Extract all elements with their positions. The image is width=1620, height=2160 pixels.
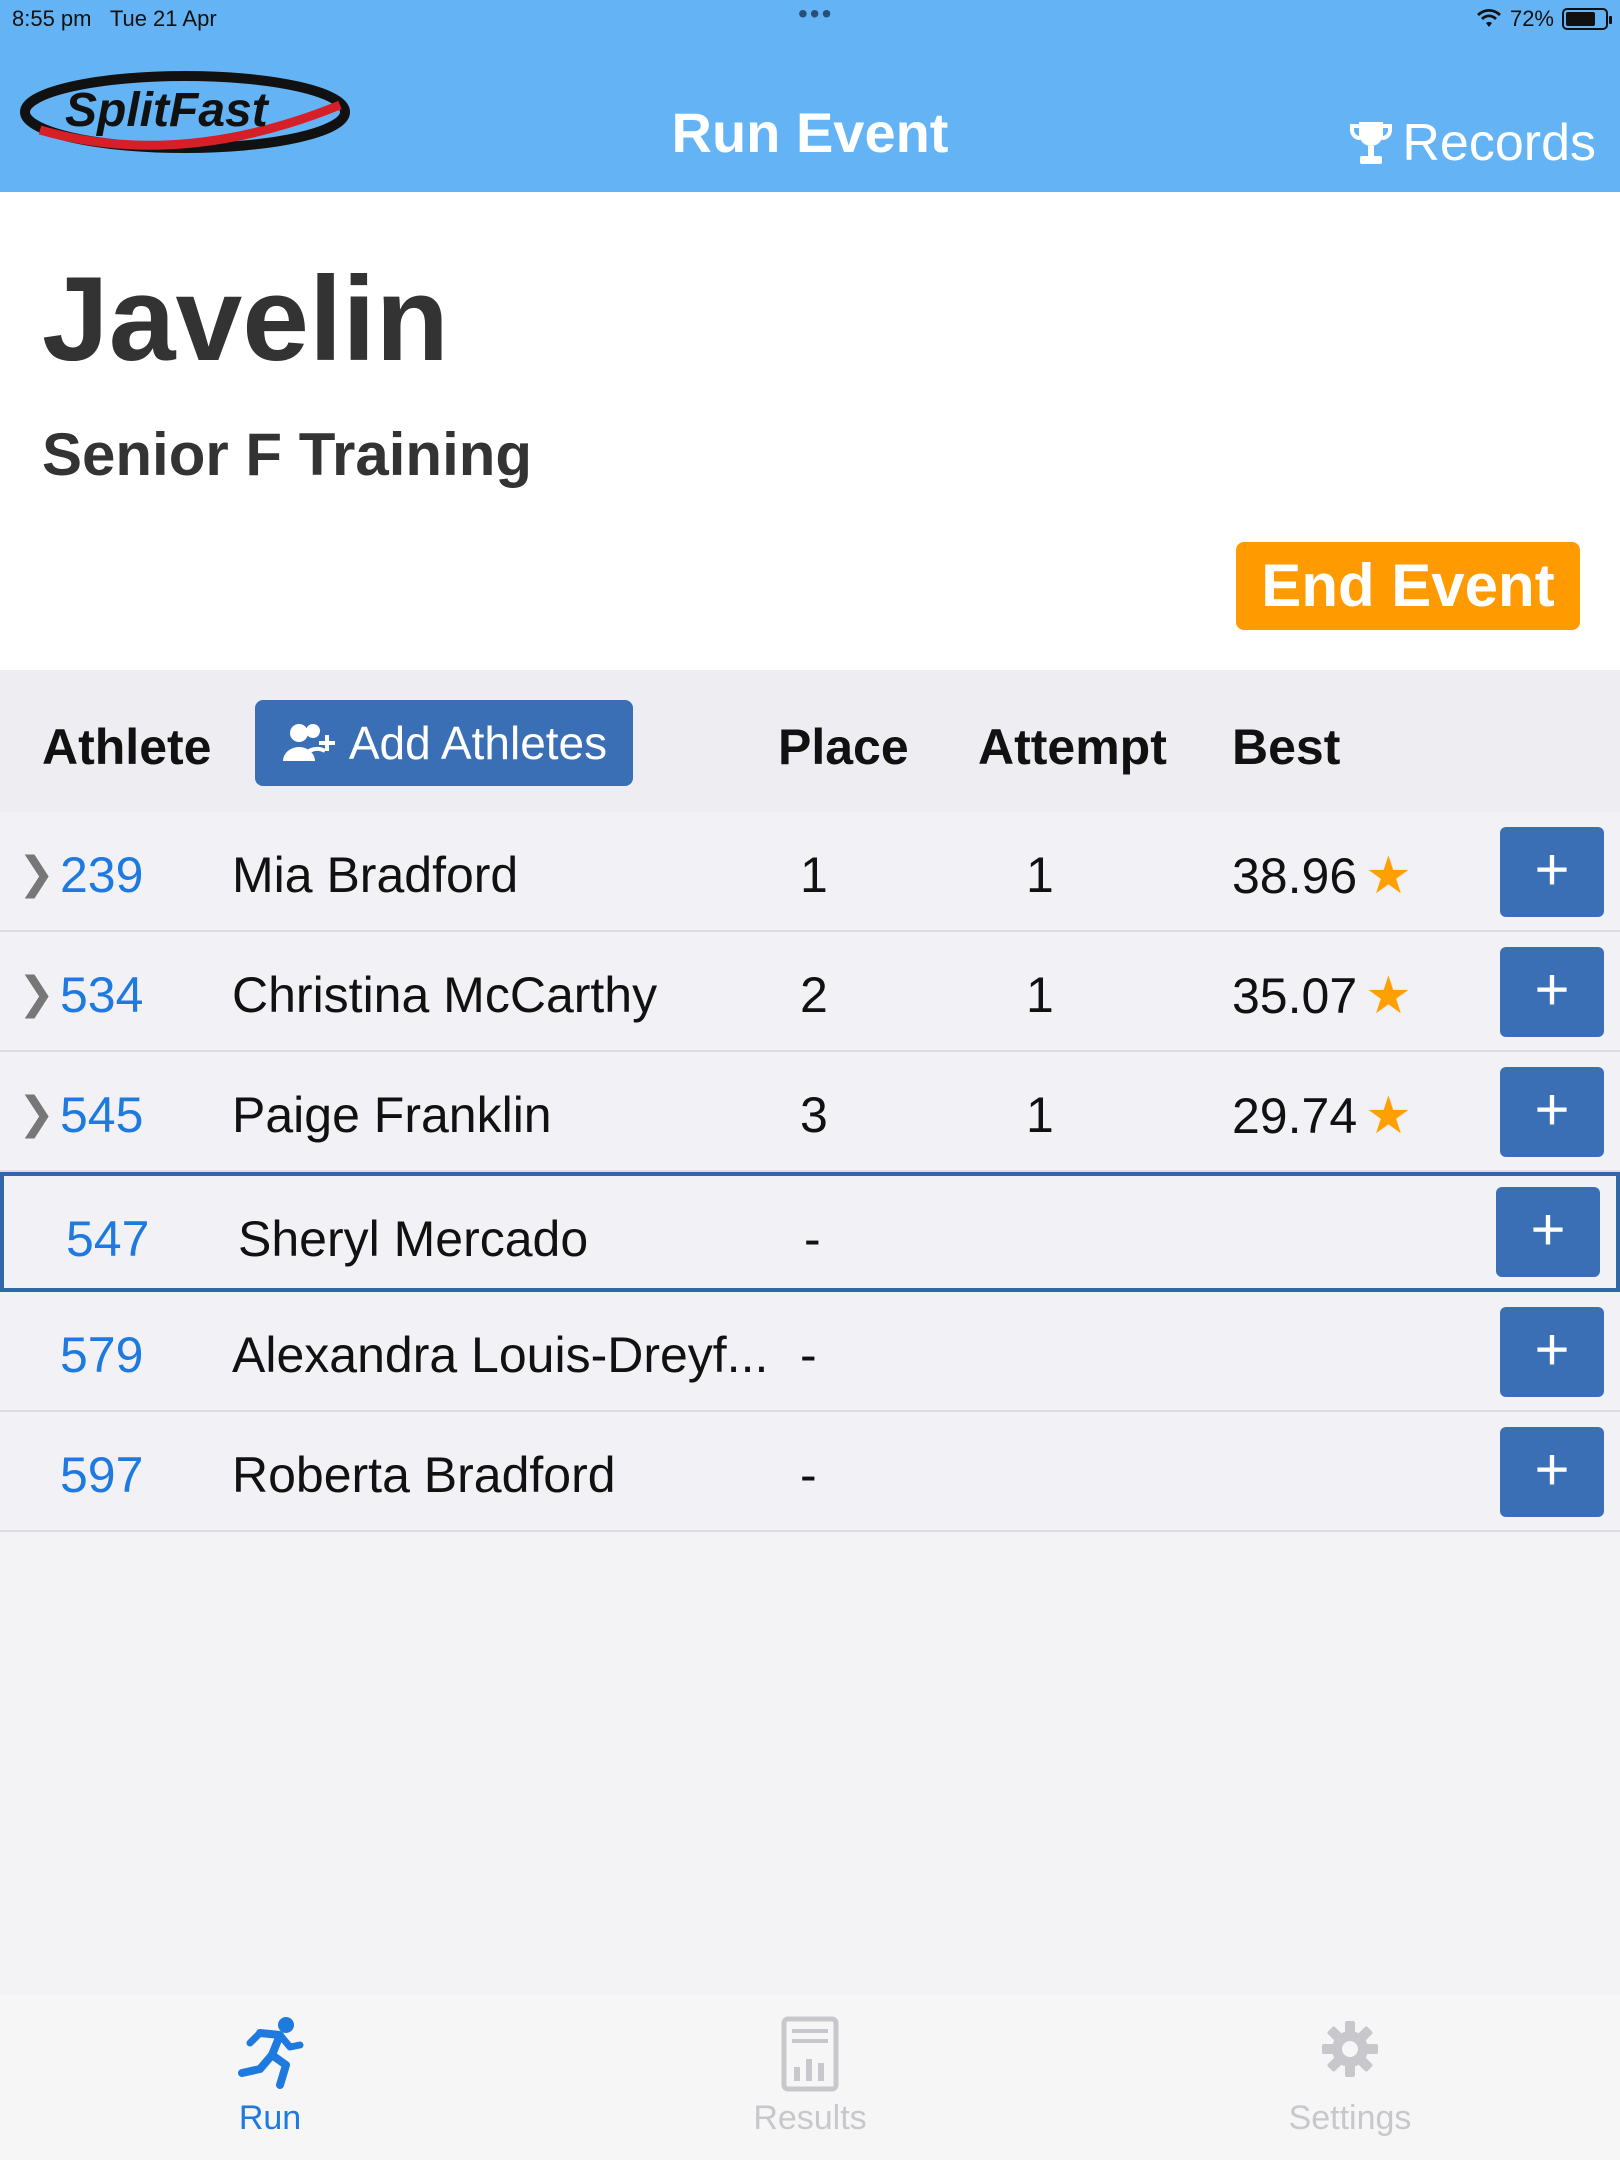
multitask-dots-icon[interactable]: ••• [798, 0, 833, 30]
athlete-name: Sheryl Mercado [238, 1211, 589, 1267]
athlete-attempt: 1 [1026, 847, 1054, 903]
athlete-best: 29.74 ★ [1232, 1086, 1412, 1146]
athlete-attempt: 1 [1026, 1087, 1054, 1143]
battery-percent: 72% [1509, 6, 1554, 31]
athlete-name: Mia Bradford [232, 847, 519, 903]
athlete-place: 3 [800, 1087, 828, 1143]
column-athlete: Athlete [42, 719, 212, 775]
athlete-number[interactable]: 547 [66, 1210, 149, 1268]
event-title: Javelin [42, 252, 449, 386]
records-label: Records [1402, 114, 1596, 172]
add-attempt-button[interactable]: + [1500, 1067, 1604, 1157]
athlete-name: Alexandra Louis-Dreyf... [232, 1327, 769, 1383]
athlete-number[interactable]: 597 [60, 1446, 143, 1504]
star-icon: ★ [1365, 847, 1412, 905]
athlete-name: Roberta Bradford [232, 1447, 616, 1503]
add-attempt-button[interactable]: + [1500, 1427, 1604, 1517]
athlete-place: 2 [800, 967, 828, 1023]
athlete-name: Paige Franklin [232, 1087, 552, 1143]
add-attempt-button[interactable]: + [1500, 1307, 1604, 1397]
app-header: 8:55 pm Tue 21 Apr ••• 72% SplitFast Run… [0, 0, 1620, 192]
athlete-number[interactable]: 545 [60, 1086, 143, 1144]
tab-bar: Run Results Settings [0, 1995, 1620, 2160]
athlete-place: 1 [800, 847, 828, 903]
athlete-list: ❯ 239 Mia Bradford 1 1 38.96 ★ + ❯ 534 Ch… [0, 812, 1620, 1532]
end-event-button[interactable]: End Event [1236, 542, 1580, 630]
column-attempt: Attempt [978, 719, 1167, 775]
add-user-icon [282, 724, 335, 761]
records-button[interactable]: Records [1350, 113, 1596, 173]
status-bar: 8:55 pm Tue 21 Apr ••• 72% [12, 0, 1612, 36]
column-best: Best [1232, 719, 1341, 775]
chevron-right-icon[interactable]: ❯ [18, 968, 55, 1019]
battery-icon [1562, 8, 1612, 30]
status-time: 8:55 pm Tue 21 Apr [12, 6, 217, 31]
add-attempt-button[interactable]: + [1500, 947, 1604, 1037]
table-row[interactable]: ❯ 545 Paige Franklin 3 1 29.74 ★ + [0, 1052, 1620, 1172]
table-row[interactable]: 597 Roberta Bradford - + [0, 1412, 1620, 1532]
event-group: Senior F Training [42, 421, 533, 488]
athlete-number[interactable]: 579 [60, 1326, 143, 1384]
table-header: Athlete Add Athletes Place Attempt Best [0, 670, 1620, 812]
chevron-right-icon[interactable]: ❯ [18, 848, 55, 899]
athlete-attempt: 1 [1026, 967, 1054, 1023]
tab-run[interactable]: Run [170, 2013, 370, 2138]
best-value: 35.07 [1232, 968, 1358, 1024]
athlete-place: - [800, 1327, 817, 1383]
add-athletes-label: Add Athletes [348, 717, 608, 769]
best-value: 38.96 [1232, 848, 1358, 904]
tab-results-label: Results [753, 2099, 867, 2137]
tab-settings-label: Settings [1288, 2099, 1412, 2137]
star-icon: ★ [1365, 967, 1412, 1025]
table-row-selected[interactable]: 547 Sheryl Mercado - + [0, 1172, 1620, 1292]
athlete-best: 38.96 ★ [1232, 846, 1412, 906]
table-row[interactable]: ❯ 534 Christina McCarthy 2 1 35.07 ★ + [0, 932, 1620, 1052]
star-icon: ★ [1365, 1087, 1412, 1145]
athlete-place: - [800, 1447, 817, 1503]
results-icon [781, 2016, 839, 2092]
athlete-place: - [804, 1211, 821, 1267]
add-attempt-button[interactable]: + [1496, 1187, 1600, 1277]
athlete-number[interactable]: 239 [60, 846, 143, 904]
column-place: Place [778, 719, 909, 775]
event-info: Javelin Senior F Training End Event [0, 192, 1620, 670]
best-value: 29.74 [1232, 1088, 1358, 1144]
tab-settings[interactable]: Settings [1250, 2013, 1450, 2138]
status-right: 72% [1476, 6, 1612, 32]
table-row[interactable]: 579 Alexandra Louis-Dreyf... - + [0, 1292, 1620, 1412]
athlete-name: Christina McCarthy [232, 967, 658, 1023]
trophy-icon [1350, 122, 1393, 164]
add-athletes-button[interactable]: Add Athletes [255, 700, 633, 786]
chevron-right-icon[interactable]: ❯ [18, 1088, 55, 1139]
table-row[interactable]: ❯ 239 Mia Bradford 1 1 38.96 ★ + [0, 812, 1620, 932]
tab-results[interactable]: Results [710, 2013, 910, 2138]
gear-icon [1322, 2021, 1378, 2077]
athlete-best: 35.07 ★ [1232, 966, 1412, 1026]
wifi-icon [1476, 9, 1501, 27]
add-attempt-button[interactable]: + [1500, 827, 1604, 917]
athlete-number[interactable]: 534 [60, 966, 143, 1024]
tab-run-label: Run [238, 2099, 302, 2137]
runner-icon [238, 2017, 304, 2089]
